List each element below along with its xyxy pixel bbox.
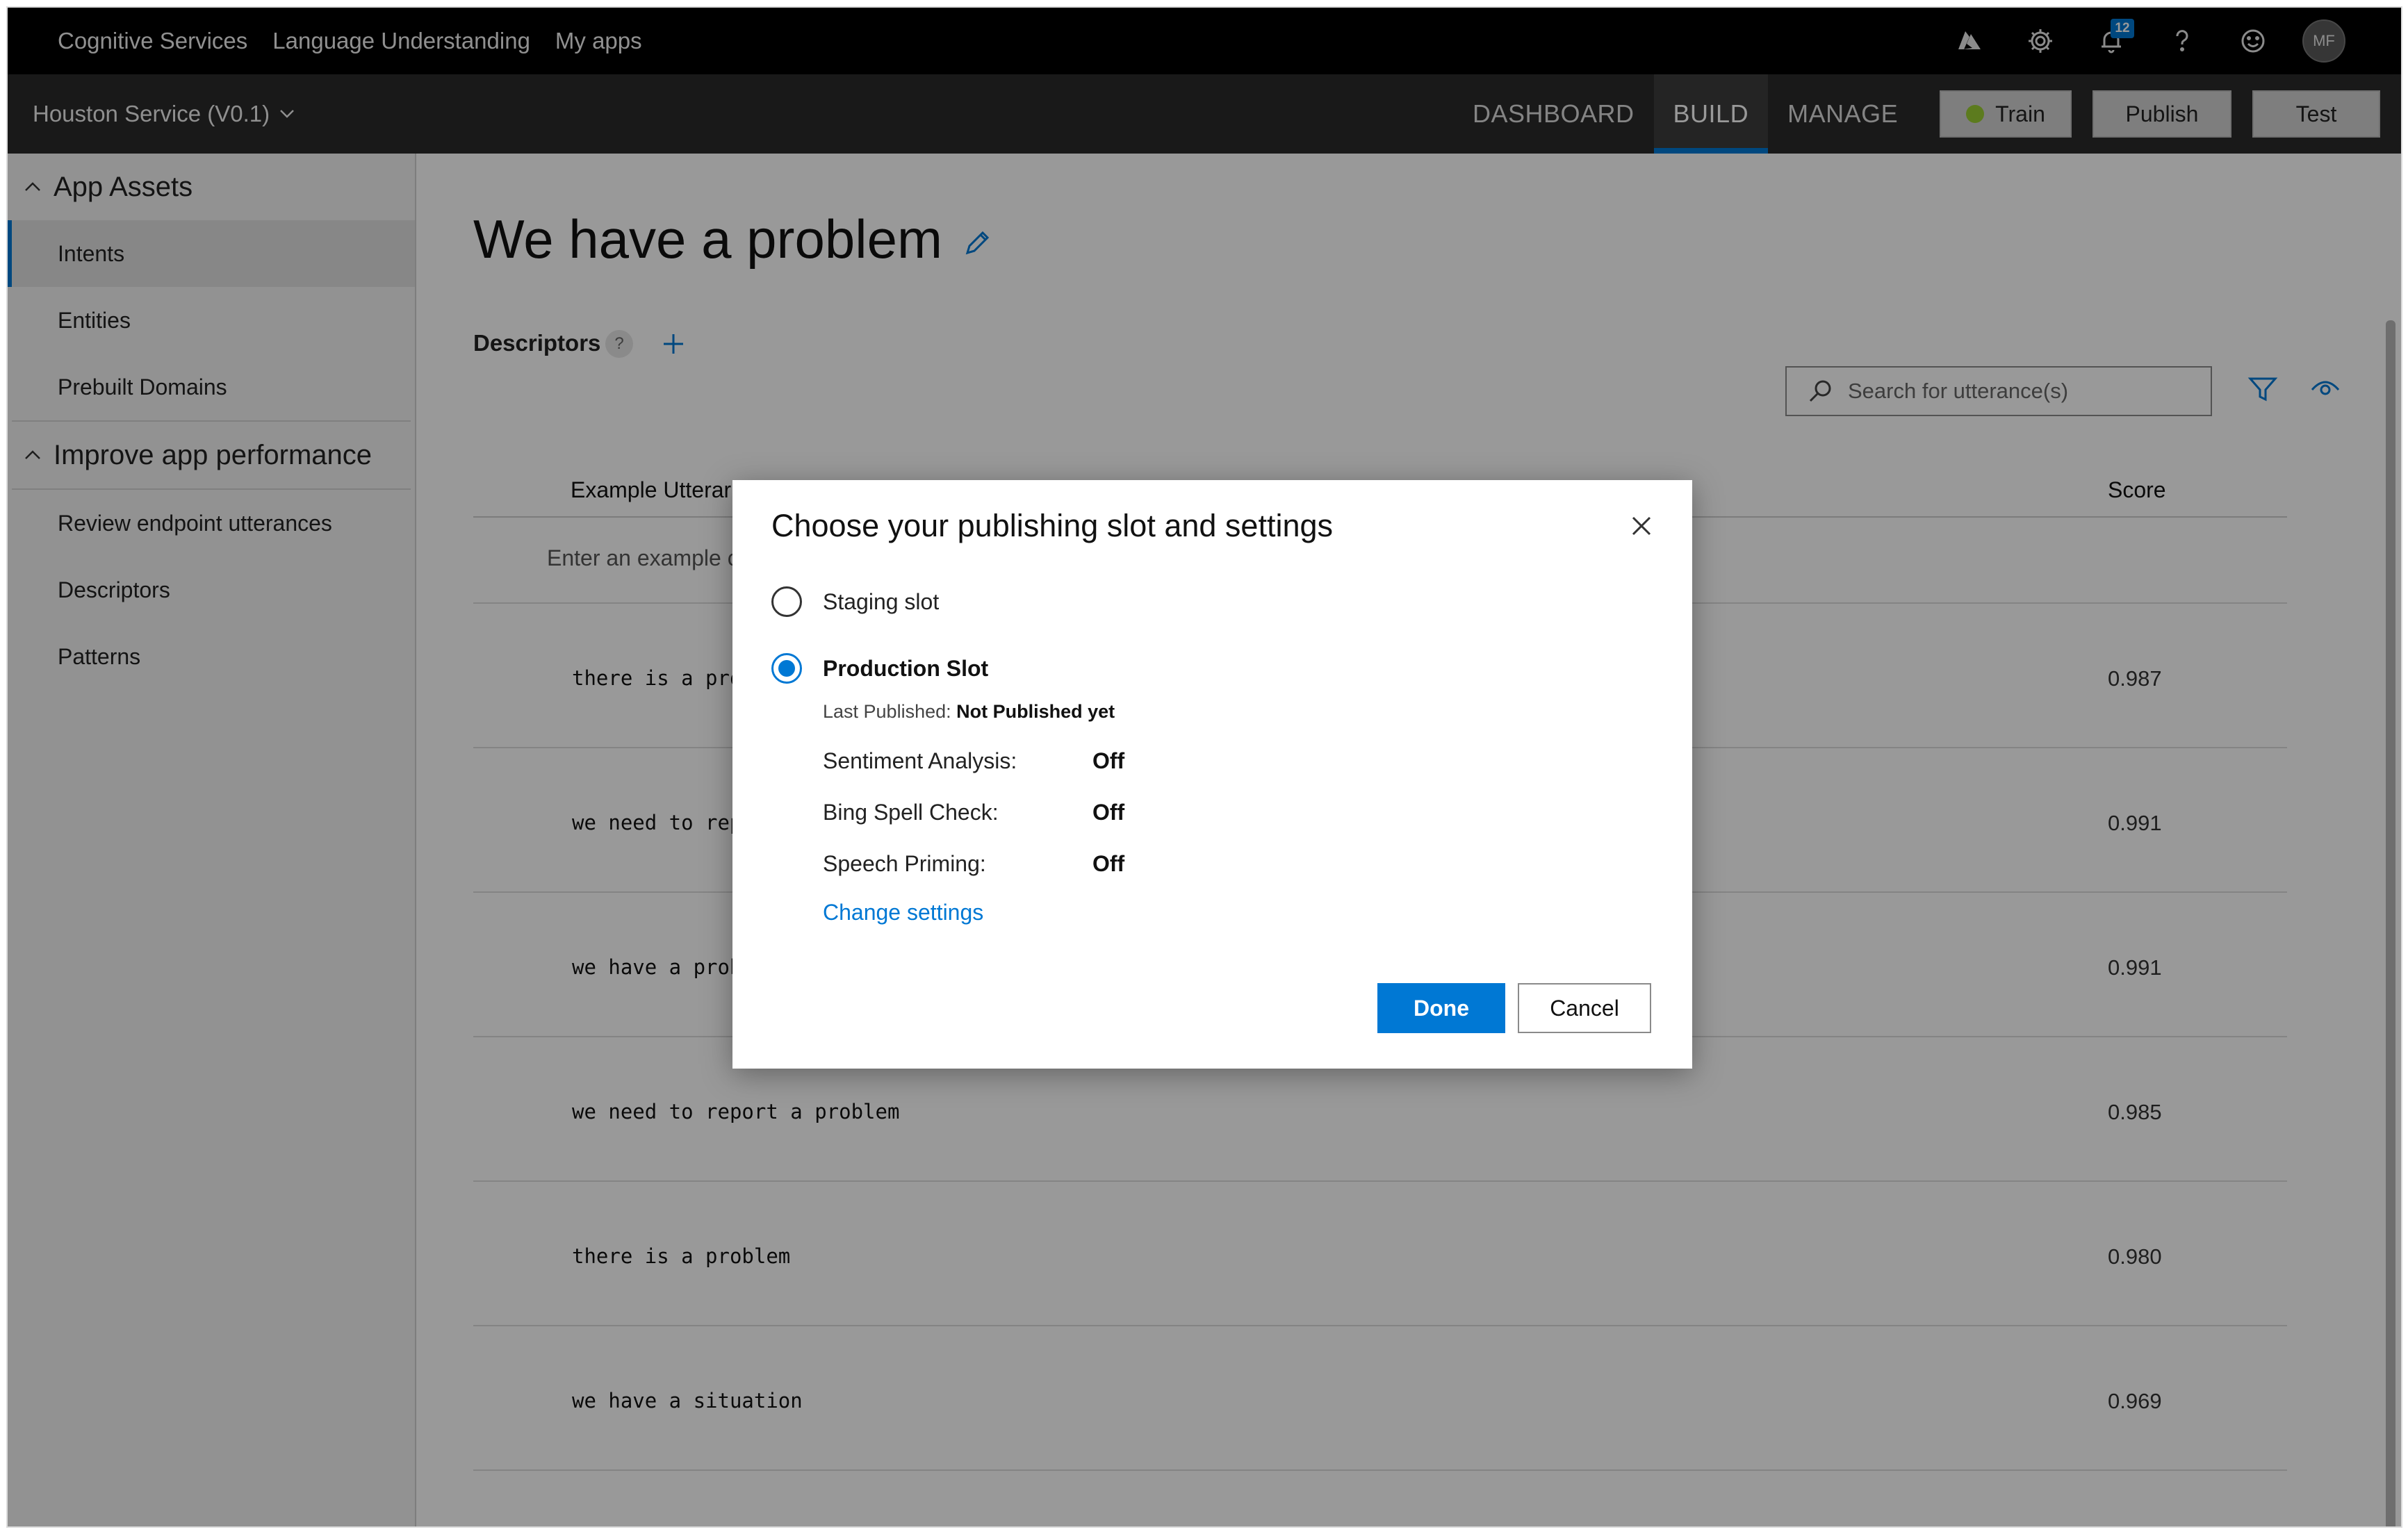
cancel-button[interactable]: Cancel bbox=[1518, 983, 1651, 1033]
last-published-label: Last Published: bbox=[823, 701, 951, 722]
dialog-title: Choose your publishing slot and settings bbox=[771, 508, 1334, 543]
setting-speech-priming-value: Off bbox=[1092, 851, 1125, 876]
production-slot-radio[interactable] bbox=[771, 653, 802, 684]
setting-sentiment-label: Sentiment Analysis: bbox=[823, 748, 1017, 773]
setting-spellcheck-value: Off bbox=[1092, 800, 1125, 825]
app-window: Cognitive Services Language Understandin… bbox=[6, 6, 2402, 1528]
production-slot-option[interactable]: Production Slot bbox=[771, 653, 988, 684]
close-icon[interactable] bbox=[1628, 512, 1655, 540]
production-slot-label: Production Slot bbox=[823, 655, 989, 681]
done-button[interactable]: Done bbox=[1377, 983, 1505, 1033]
setting-spellcheck-label: Bing Spell Check: bbox=[823, 800, 999, 825]
last-published-value: Not Published yet bbox=[956, 701, 1115, 722]
staging-slot-radio[interactable] bbox=[771, 586, 802, 617]
staging-slot-option[interactable]: Staging slot bbox=[771, 586, 939, 617]
change-settings-link[interactable]: Change settings bbox=[823, 900, 983, 925]
setting-sentiment-value: Off bbox=[1092, 748, 1125, 773]
setting-speech-priming-label: Speech Priming: bbox=[823, 851, 986, 876]
staging-slot-label: Staging slot bbox=[823, 588, 940, 614]
publish-dialog: Choose your publishing slot and settings… bbox=[732, 480, 1692, 1069]
last-published: Last Published: Not Published yet bbox=[823, 701, 1115, 723]
